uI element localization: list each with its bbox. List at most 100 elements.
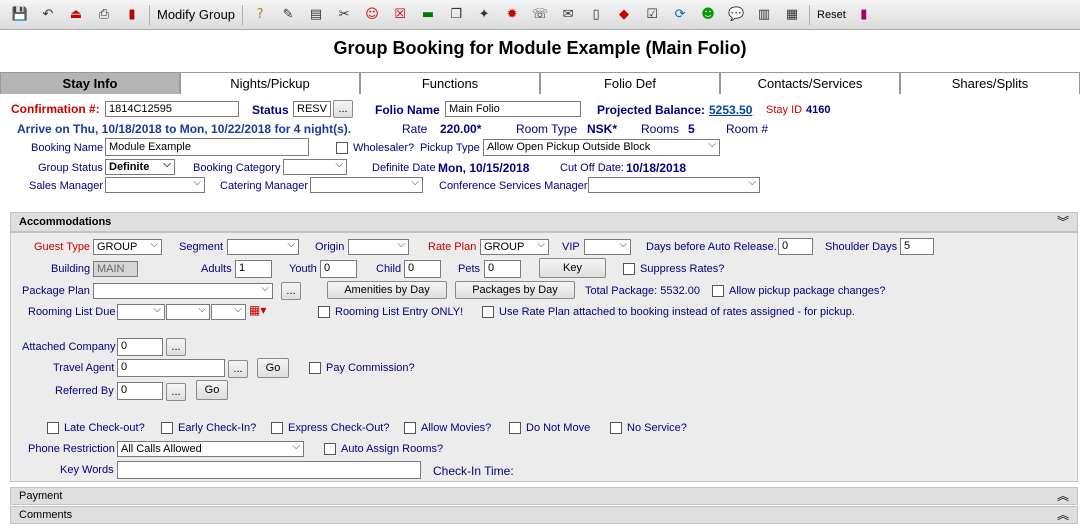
cancel-icon[interactable]: ☒ [389, 4, 411, 26]
tab-functions[interactable]: Functions [360, 72, 540, 94]
late-checkout-checkbox[interactable] [47, 422, 59, 434]
segment-select[interactable] [227, 239, 299, 255]
vip-select[interactable] [584, 239, 631, 255]
guest-type-select[interactable]: GROUP [93, 239, 162, 255]
adults-label: Adults [201, 263, 232, 275]
shoulder-days-input[interactable]: 5 [900, 238, 934, 255]
copy-icon[interactable]: ❐ [445, 4, 467, 26]
rooming-entry-only-checkbox[interactable] [318, 306, 330, 318]
confirmation-input[interactable]: 1814C12595 [105, 101, 239, 117]
report-icon[interactable]: ▥ [753, 4, 775, 26]
adults-input[interactable]: 1 [235, 260, 272, 278]
phone-icon[interactable]: ☏ [529, 4, 551, 26]
comments-header[interactable]: Comments ︽ [10, 506, 1078, 524]
sales-manager-label: Sales Manager [29, 180, 103, 192]
folio-name-input[interactable]: Main Folio [445, 101, 581, 117]
refresh-icon[interactable]: ⟳ [669, 4, 691, 26]
modify-group-button[interactable]: Modify Group [153, 7, 239, 22]
document-icon[interactable]: ▯ [585, 4, 607, 26]
key-words-input[interactable] [117, 461, 421, 479]
double-chevron-up-icon[interactable]: ︽ [1057, 507, 1069, 524]
mail-icon[interactable]: ✉ [557, 4, 579, 26]
booking-name-input[interactable]: Module Example [105, 138, 309, 156]
smiley-icon[interactable]: ☻ [697, 4, 719, 26]
pets-input[interactable]: 0 [484, 260, 521, 278]
use-rate-plan-checkbox[interactable] [482, 306, 494, 318]
referred-by-lookup-button[interactable]: ... [166, 383, 186, 401]
referred-by-input[interactable]: 0 [117, 382, 163, 400]
wand-icon[interactable]: ✦ [473, 4, 495, 26]
status-lookup-button[interactable]: ... [333, 100, 353, 118]
origin-select[interactable] [348, 239, 409, 255]
tab-shares-splits[interactable]: Shares/Splits [900, 72, 1080, 94]
booking-category-select[interactable] [283, 159, 347, 175]
rooming-due-month-select[interactable] [117, 304, 165, 320]
phone-restriction-select[interactable]: All Calls Allowed [117, 441, 304, 457]
allow-movies-checkbox[interactable] [404, 422, 416, 434]
early-checkin-checkbox[interactable] [161, 422, 173, 434]
auto-assign-rooms-checkbox[interactable] [324, 443, 336, 455]
travel-agent-lookup-button[interactable]: ... [228, 360, 248, 378]
rate-plan-select[interactable]: GROUP [480, 239, 549, 255]
group-status-label: Group Status [38, 162, 103, 174]
exit-icon[interactable]: ⏏ [65, 4, 87, 26]
do-not-move-checkbox[interactable] [509, 422, 521, 434]
edit-icon[interactable]: ✎ [277, 4, 299, 26]
attached-company-input[interactable]: 0 [117, 338, 163, 356]
projected-balance-link[interactable]: 5253.50 [709, 103, 752, 117]
checklist-icon[interactable]: ☑ [641, 4, 663, 26]
cut-icon[interactable]: ✂ [333, 4, 355, 26]
double-chevron-up-icon[interactable]: ︽ [1057, 488, 1069, 505]
express-checkout-checkbox[interactable] [271, 422, 283, 434]
youth-input[interactable]: 0 [320, 260, 357, 278]
reset-button[interactable]: Reset [813, 9, 850, 21]
tab-stay-info[interactable]: Stay Info [0, 72, 180, 94]
allow-pickup-changes-checkbox[interactable] [712, 285, 724, 297]
origin-label: Origin [315, 241, 345, 253]
notes-icon[interactable]: ▤ [305, 4, 327, 26]
package-plan-lookup-button[interactable]: ... [281, 282, 301, 300]
tab-nights-pickup[interactable]: Nights/Pickup [180, 72, 360, 94]
cash-icon[interactable]: ▬ [417, 4, 439, 26]
rooming-due-day-select[interactable] [166, 304, 210, 320]
group-status-select[interactable]: Definite [105, 159, 175, 175]
catering-manager-select[interactable] [310, 177, 423, 193]
status-input[interactable]: RESV [293, 101, 331, 117]
book-icon[interactable]: ▮ [121, 4, 143, 26]
double-chevron-down-icon[interactable]: ︾ [1057, 213, 1069, 232]
ttl-icon[interactable]: ✹ [501, 4, 523, 26]
tab-folio-def[interactable]: Folio Def [540, 72, 720, 94]
key-button[interactable]: Key [539, 258, 606, 278]
undo-icon[interactable]: ↶ [37, 4, 59, 26]
no-service-checkbox[interactable] [610, 422, 622, 434]
suppress-rates-checkbox[interactable] [623, 263, 635, 275]
packages-by-day-button[interactable]: Packages by Day [455, 281, 575, 299]
days-release-input[interactable]: 0 [778, 238, 813, 255]
attached-company-lookup-button[interactable]: ... [166, 338, 186, 356]
referred-by-go-button[interactable]: Go [196, 380, 228, 400]
package-plan-select[interactable] [93, 283, 273, 299]
travel-agent-input[interactable]: 0 [117, 359, 225, 377]
child-input[interactable]: 0 [404, 260, 441, 278]
chat-icon[interactable]: 💬 [725, 4, 747, 26]
pay-commission-checkbox[interactable] [309, 362, 321, 374]
sales-manager-select[interactable] [105, 177, 205, 193]
calendar-icon[interactable]: ▦▾ [249, 303, 266, 317]
travel-agent-go-button[interactable]: Go [257, 358, 289, 378]
rooming-due-year-select[interactable] [211, 304, 246, 320]
print-icon[interactable]: ⎙ [93, 4, 115, 26]
wholesaler-checkbox[interactable] [336, 142, 348, 154]
amenities-by-day-button[interactable]: Amenities by Day [327, 281, 447, 299]
pages-icon[interactable]: ▦ [781, 4, 803, 26]
conference-manager-select[interactable] [588, 177, 760, 193]
tab-contacts-services[interactable]: Contacts/Services [720, 72, 900, 94]
accommodations-header[interactable]: Accommodations ︾ [10, 212, 1078, 232]
save-icon[interactable]: 💾 [9, 4, 31, 26]
help-icon[interactable]: ? [249, 4, 271, 26]
pickup-type-select[interactable]: Allow Open Pickup Outside Block [483, 139, 720, 156]
payment-header[interactable]: Payment ︽ [10, 487, 1078, 505]
books-icon[interactable]: ▮ [853, 4, 875, 26]
tag-icon[interactable]: ◆ [613, 4, 635, 26]
building-input[interactable]: MAIN [93, 261, 138, 277]
people-icon[interactable]: ☺ [361, 4, 383, 26]
